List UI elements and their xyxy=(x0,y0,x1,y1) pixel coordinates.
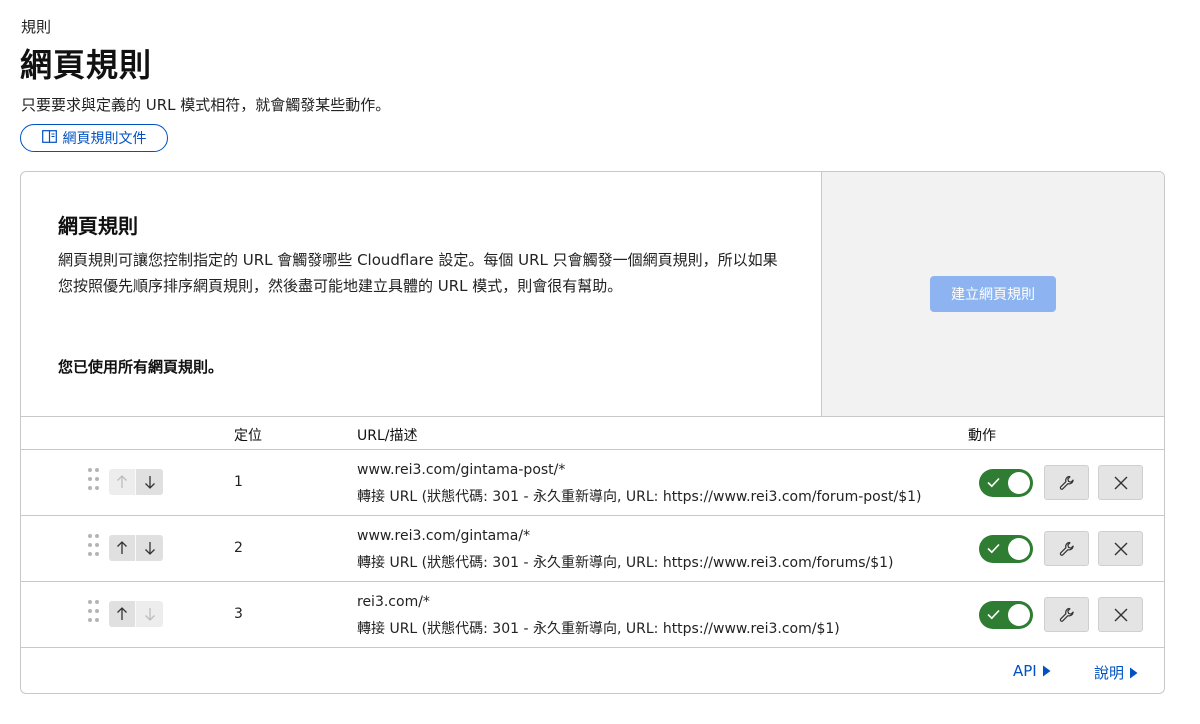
move-down-button[interactable] xyxy=(136,469,163,495)
check-icon xyxy=(987,609,1000,620)
rule-enabled-toggle[interactable] xyxy=(979,469,1033,497)
reorder-buttons xyxy=(109,469,163,495)
close-icon xyxy=(1114,608,1127,621)
info-description: 網頁規則可讓您控制指定的 URL 會觸發哪些 Cloudflare 設定。每個 … xyxy=(58,251,778,295)
delete-rule-button[interactable] xyxy=(1098,531,1143,566)
move-down-button[interactable] xyxy=(136,601,163,627)
arrow-up-icon xyxy=(117,607,127,620)
arrow-up-icon xyxy=(117,541,127,554)
drag-handle-icon[interactable] xyxy=(88,468,100,494)
page-rules-docs-label: 網頁規則文件 xyxy=(62,131,147,147)
api-link[interactable]: API xyxy=(1013,662,1051,680)
wrench-icon xyxy=(1059,541,1074,556)
close-icon xyxy=(1114,542,1127,555)
arrow-down-icon xyxy=(144,542,155,555)
rule-description: 轉接 URL (狀態代碼: 301 - 永久重新導向, URL: https:/… xyxy=(357,489,922,505)
rule-url: rei3.com/* xyxy=(357,594,430,610)
toggle-knob xyxy=(1008,538,1030,560)
help-link[interactable]: 說明 xyxy=(1094,662,1138,683)
reorder-buttons xyxy=(109,535,163,561)
breadcrumb[interactable]: 規則 xyxy=(21,16,51,37)
move-up-button[interactable] xyxy=(109,535,136,561)
delete-rule-button[interactable] xyxy=(1098,597,1143,632)
rule-position: 3 xyxy=(234,606,243,622)
move-up-button[interactable] xyxy=(109,469,136,495)
rule-enabled-toggle[interactable] xyxy=(979,601,1033,629)
page-rules-docs-button[interactable]: 網頁規則文件 xyxy=(20,124,168,152)
info-title: 網頁規則 xyxy=(58,214,138,238)
arrow-down-icon xyxy=(144,476,155,489)
drag-handle-icon[interactable] xyxy=(88,600,100,626)
rule-position: 2 xyxy=(234,540,243,556)
move-up-button[interactable] xyxy=(109,601,136,627)
api-link-label: API xyxy=(1013,662,1037,680)
action-panel: 建立網頁規則 xyxy=(822,172,1164,416)
toggle-knob xyxy=(1008,472,1030,494)
arrow-down-icon xyxy=(144,608,155,621)
page-rules-card: 網頁規則 網頁規則可讓您控制指定的 URL 會觸發哪些 Cloudflare 設… xyxy=(20,171,1165,694)
column-position-header: 定位 xyxy=(234,428,262,444)
wrench-icon xyxy=(1059,475,1074,490)
check-icon xyxy=(987,543,1000,554)
edit-rule-button[interactable] xyxy=(1044,465,1089,500)
help-link-label: 說明 xyxy=(1094,664,1125,682)
page-title: 網頁規則 xyxy=(20,46,153,84)
move-down-button[interactable] xyxy=(136,535,163,561)
toggle-knob xyxy=(1008,604,1030,626)
wrench-icon xyxy=(1059,607,1074,622)
create-page-rule-button[interactable]: 建立網頁規則 xyxy=(930,276,1056,312)
book-icon xyxy=(41,129,57,147)
caret-right-icon xyxy=(1130,667,1138,678)
edit-rule-button[interactable] xyxy=(1044,597,1089,632)
arrow-up-icon xyxy=(117,475,127,488)
rule-url: www.rei3.com/gintama/* xyxy=(357,528,531,544)
table-row: 2 www.rei3.com/gintama/* 轉接 URL (狀態代碼: 3… xyxy=(21,516,1164,582)
rule-description: 轉接 URL (狀態代碼: 301 - 永久重新導向, URL: https:/… xyxy=(357,621,840,637)
close-icon xyxy=(1114,476,1127,489)
card-footer: API 說明 xyxy=(21,648,1164,693)
rule-url: www.rei3.com/gintama-post/* xyxy=(357,462,566,478)
rule-position: 1 xyxy=(234,474,243,490)
caret-right-icon xyxy=(1042,665,1051,677)
info-panel: 網頁規則 網頁規則可讓您控制指定的 URL 會觸發哪些 Cloudflare 設… xyxy=(21,172,822,416)
drag-handle-icon[interactable] xyxy=(88,534,100,560)
column-url-header: URL/描述 xyxy=(357,428,418,444)
table-row: 3 rei3.com/* 轉接 URL (狀態代碼: 301 - 永久重新導向,… xyxy=(21,582,1164,648)
check-icon xyxy=(987,477,1000,488)
page-subtitle: 只要要求與定義的 URL 模式相符，就會觸發某些動作。 xyxy=(21,96,391,114)
column-actions-header: 動作 xyxy=(968,428,996,444)
table-row: 1 www.rei3.com/gintama-post/* 轉接 URL (狀態… xyxy=(21,450,1164,516)
edit-rule-button[interactable] xyxy=(1044,531,1089,566)
usage-limit-note: 您已使用所有網頁規則。 xyxy=(58,358,224,376)
rules-table-header: 定位 URL/描述 動作 xyxy=(21,416,1164,450)
delete-rule-button[interactable] xyxy=(1098,465,1143,500)
reorder-buttons xyxy=(109,601,163,627)
rule-description: 轉接 URL (狀態代碼: 301 - 永久重新導向, URL: https:/… xyxy=(357,555,894,571)
rule-enabled-toggle[interactable] xyxy=(979,535,1033,563)
